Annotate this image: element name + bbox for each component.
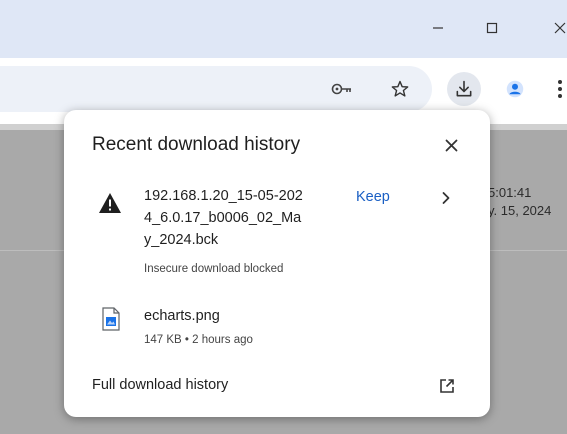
open-in-new-icon — [440, 379, 454, 393]
minimize-icon — [433, 27, 443, 29]
download-filename-line: 192.168.1.20_15-05-202 — [144, 188, 303, 204]
warning-icon — [99, 193, 121, 213]
page-timestamp: 5:01:41 y. 15, 2024 — [488, 184, 551, 220]
close-icon — [445, 139, 457, 151]
close-window-button[interactable] — [540, 10, 567, 46]
profile-button[interactable] — [498, 72, 532, 106]
page-date: y. 15, 2024 — [488, 203, 552, 218]
popup-title: Recent download history — [92, 134, 301, 155]
more-menu-button[interactable] — [543, 72, 567, 106]
address-bar[interactable] — [0, 66, 432, 112]
star-icon — [391, 80, 409, 97]
more-vert-icon — [558, 80, 562, 98]
download-filename-line: y_2024.bck — [144, 232, 219, 248]
image-file-icon — [102, 307, 120, 331]
bookmark-button[interactable] — [383, 72, 417, 106]
download-meta: 147 KB • 2 hours ago — [144, 334, 253, 346]
download-filename-line: 4_6.0.17_b0006_02_Ma — [144, 210, 302, 226]
chevron-right-icon — [442, 192, 450, 204]
popup-close-button[interactable] — [436, 130, 466, 160]
full-download-history-link[interactable]: Full download history — [92, 377, 228, 393]
download-filename[interactable]: echarts.png — [144, 308, 220, 324]
open-downloads-page-button[interactable] — [432, 371, 462, 401]
page-time: 5:01:41 — [488, 185, 532, 200]
title-bar — [0, 0, 567, 58]
password-key-button[interactable] — [325, 72, 359, 106]
download-status: Insecure download blocked — [144, 263, 284, 275]
maximize-button[interactable] — [472, 10, 512, 46]
download-icon — [456, 80, 472, 97]
maximize-icon — [486, 22, 498, 34]
key-icon — [331, 83, 351, 95]
downloads-button[interactable] — [447, 72, 481, 106]
profile-icon — [506, 80, 524, 98]
keep-button[interactable]: Keep — [356, 189, 390, 205]
download-filename: 192.168.1.20_15-05-202 4_6.0.17_b0006_02… — [144, 185, 340, 251]
download-history-popup: Recent download history 192.168.1.20_15-… — [64, 110, 490, 417]
close-icon — [554, 22, 566, 34]
download-details-button[interactable] — [434, 186, 458, 210]
minimize-button[interactable] — [418, 10, 458, 46]
